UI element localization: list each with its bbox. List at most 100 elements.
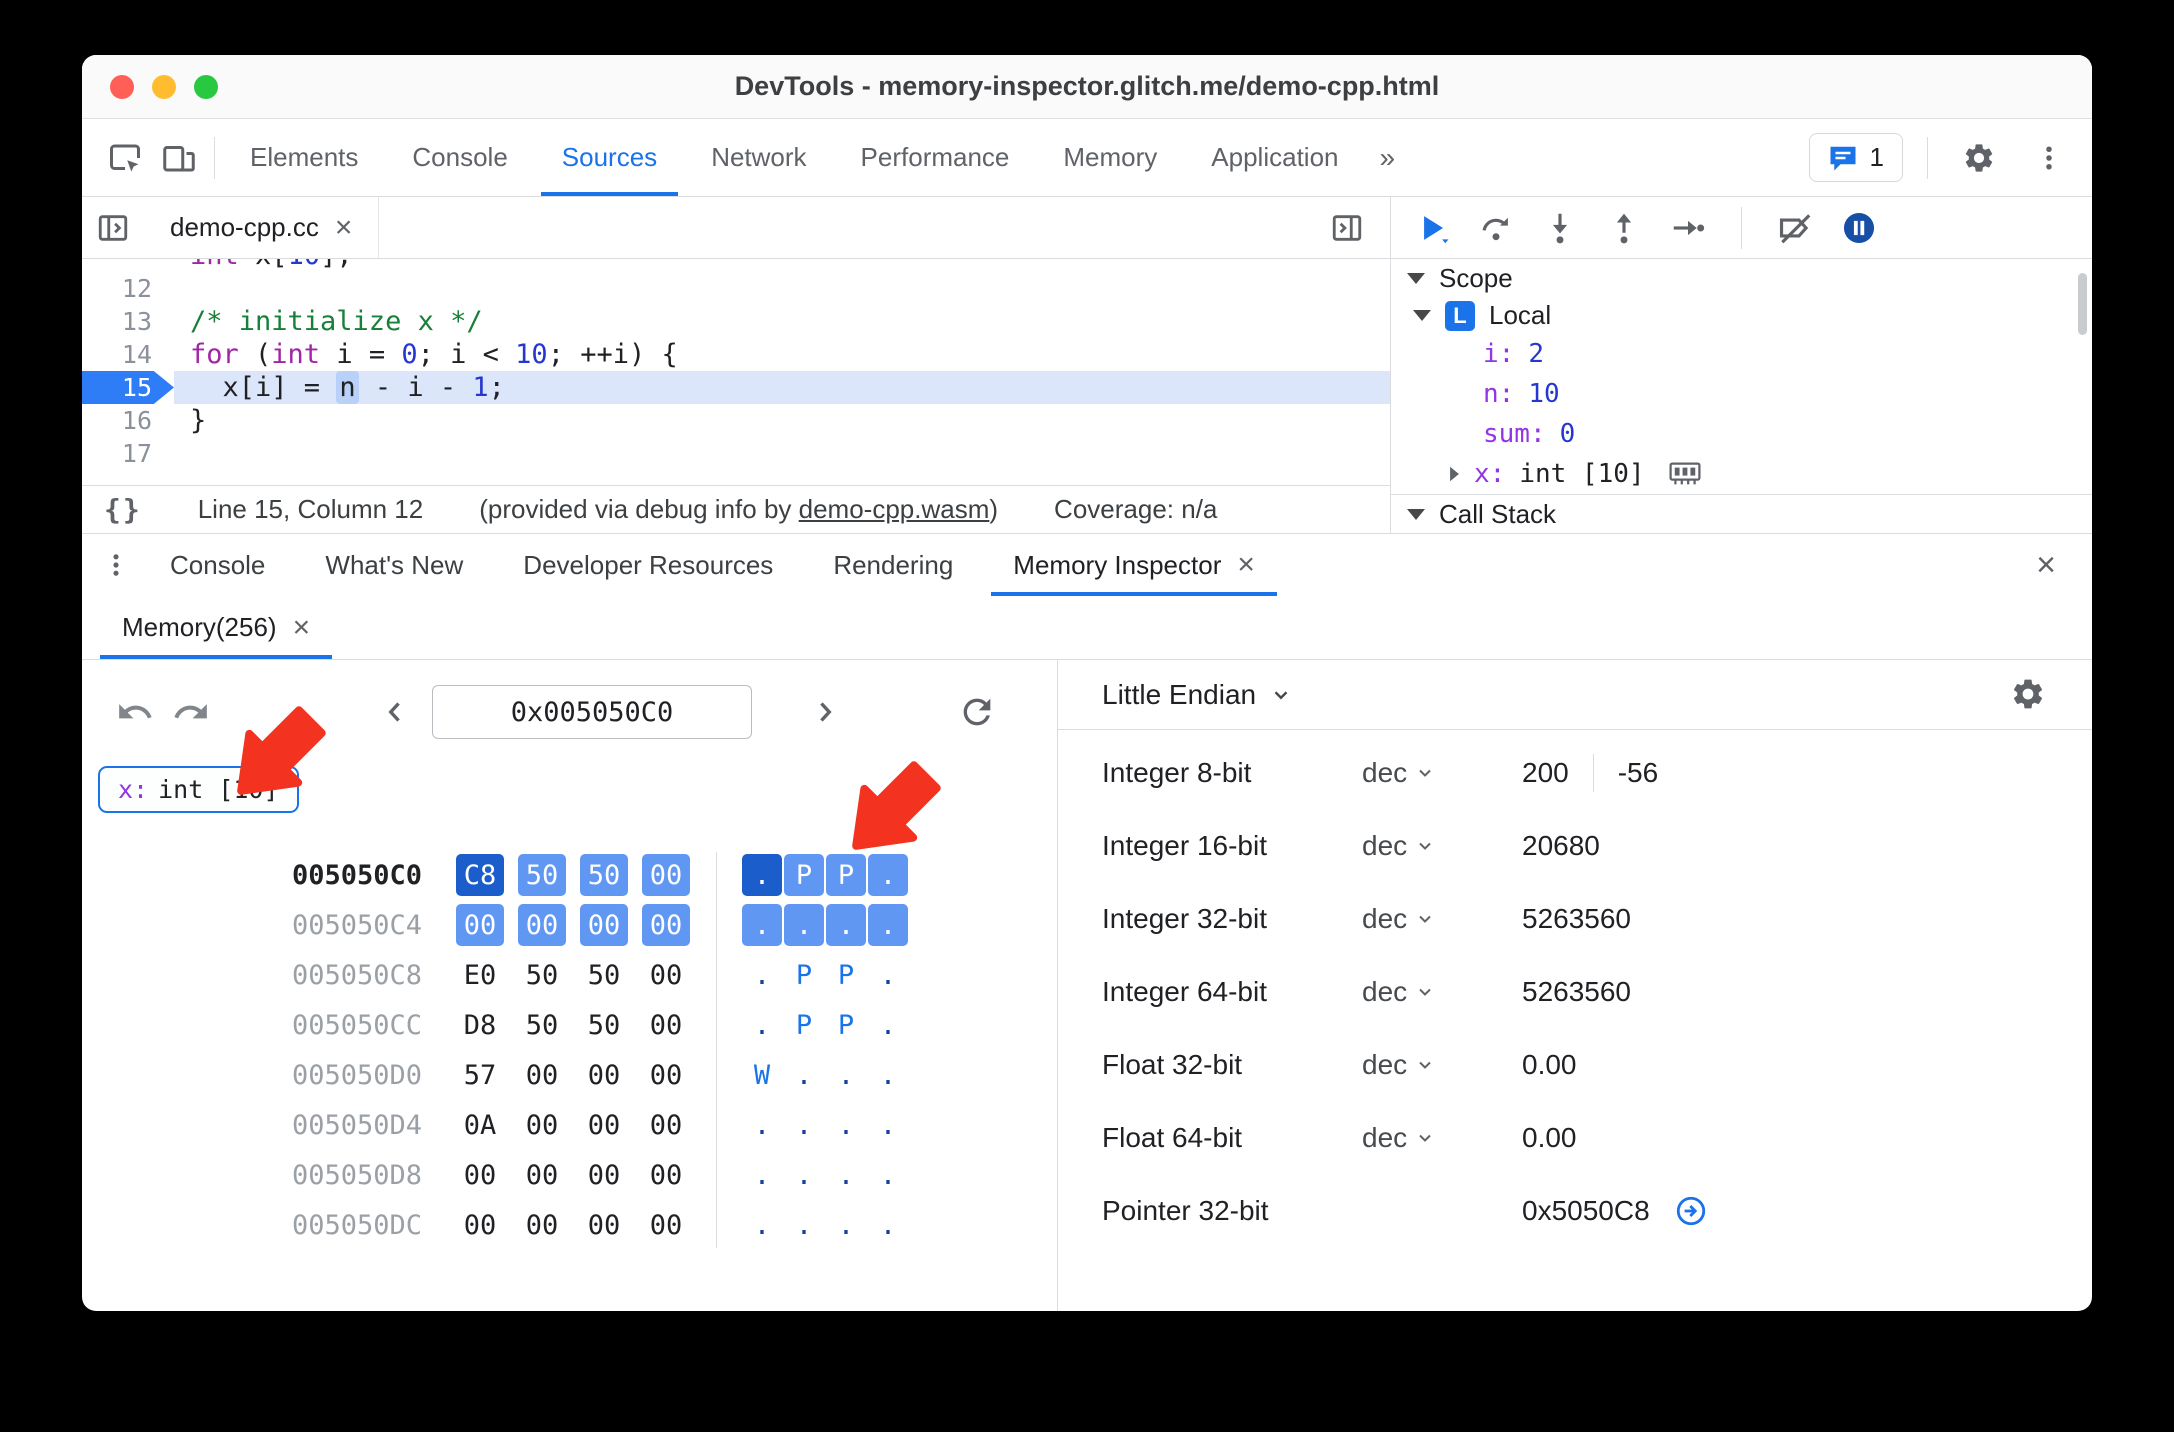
- memory-byte[interactable]: 50: [518, 1004, 566, 1046]
- memory-ascii[interactable]: .: [742, 1204, 782, 1246]
- pause-on-exceptions-icon[interactable]: [1840, 209, 1878, 247]
- tab-performance[interactable]: Performance: [834, 119, 1037, 196]
- drawer-tab-what-s-new[interactable]: What's New: [295, 534, 493, 596]
- memory-byte[interactable]: D8: [456, 1004, 504, 1046]
- line-number[interactable]: 14: [82, 338, 174, 371]
- memory-ascii[interactable]: .: [784, 1054, 824, 1096]
- memory-byte[interactable]: 00: [642, 1204, 690, 1246]
- memory-byte[interactable]: 50: [518, 854, 566, 896]
- drawer-close-icon[interactable]: ×: [2036, 534, 2082, 596]
- kebab-menu-icon[interactable]: [2022, 143, 2076, 173]
- memory-byte[interactable]: 00: [456, 1154, 504, 1196]
- memory-byte[interactable]: 00: [456, 1204, 504, 1246]
- scope-local-row[interactable]: L Local: [1391, 298, 2092, 335]
- memory-ascii[interactable]: P: [784, 954, 824, 996]
- memory-byte[interactable]: 00: [642, 854, 690, 896]
- device-toolbar-icon[interactable]: [152, 119, 206, 196]
- memory-ascii[interactable]: .: [868, 1054, 908, 1096]
- call-stack-section-header[interactable]: Call Stack: [1391, 494, 2092, 533]
- memory-inspector-icon[interactable]: [1669, 461, 1701, 487]
- memory-byte[interactable]: 0A: [456, 1104, 504, 1146]
- step-icon[interactable]: [1669, 209, 1707, 247]
- format-dropdown[interactable]: dec: [1362, 976, 1522, 1008]
- memory-view-tab[interactable]: Memory(256) ×: [96, 596, 336, 659]
- format-dropdown[interactable]: dec: [1362, 903, 1522, 935]
- deactivate-breakpoints-icon[interactable]: [1776, 209, 1814, 247]
- line-number[interactable]: 12: [82, 272, 174, 305]
- minimize-button[interactable]: [152, 74, 176, 99]
- endianness-dropdown[interactable]: Little Endian: [1102, 679, 1256, 711]
- scope-variable-n[interactable]: n: 10: [1391, 374, 2092, 414]
- memory-ascii[interactable]: .: [868, 1154, 908, 1196]
- memory-byte[interactable]: 00: [518, 1054, 566, 1096]
- memory-byte[interactable]: 57: [456, 1054, 504, 1096]
- memory-byte[interactable]: 00: [518, 1104, 566, 1146]
- memory-ascii[interactable]: .: [826, 904, 866, 946]
- memory-byte[interactable]: 00: [580, 1104, 628, 1146]
- line-number[interactable]: 13: [82, 305, 174, 338]
- memory-byte[interactable]: 00: [642, 1154, 690, 1196]
- format-dropdown[interactable]: dec: [1362, 757, 1522, 789]
- memory-ascii[interactable]: .: [826, 1104, 866, 1146]
- tab-network[interactable]: Network: [684, 119, 833, 196]
- tab-console[interactable]: Console: [385, 119, 534, 196]
- memory-byte[interactable]: 00: [518, 1154, 566, 1196]
- tab-sources[interactable]: Sources: [535, 119, 684, 196]
- more-panels-button[interactable]: »: [1366, 119, 1410, 196]
- code-line-13[interactable]: 13 /* initialize x */: [82, 305, 1390, 338]
- scope-variable-sum[interactable]: sum: 0: [1391, 414, 2092, 454]
- format-dropdown[interactable]: dec: [1362, 830, 1522, 862]
- jump-to-pointer-icon[interactable]: [1674, 1194, 1708, 1228]
- memory-ascii[interactable]: .: [784, 1154, 824, 1196]
- wasm-link[interactable]: demo-cpp.wasm: [799, 494, 990, 524]
- code-line-16[interactable]: 16}: [82, 404, 1390, 437]
- zoom-button[interactable]: [194, 74, 218, 99]
- memory-ascii[interactable]: P: [826, 954, 866, 996]
- memory-ascii[interactable]: .: [826, 1054, 866, 1096]
- memory-ascii[interactable]: .: [742, 1104, 782, 1146]
- memory-byte[interactable]: 00: [580, 904, 628, 946]
- memory-ascii[interactable]: .: [784, 1104, 824, 1146]
- address-input[interactable]: [432, 685, 752, 739]
- memory-byte[interactable]: 00: [642, 1104, 690, 1146]
- close-icon[interactable]: ×: [293, 612, 311, 643]
- previous-page-icon[interactable]: [378, 695, 412, 729]
- step-out-icon[interactable]: [1605, 209, 1643, 247]
- next-page-icon[interactable]: [808, 695, 842, 729]
- memory-byte[interactable]: 00: [642, 904, 690, 946]
- pretty-print-icon[interactable]: {}: [104, 493, 142, 526]
- memory-ascii[interactable]: .: [868, 1104, 908, 1146]
- drawer-tab-rendering[interactable]: Rendering: [803, 534, 983, 596]
- memory-byte[interactable]: 00: [580, 1154, 628, 1196]
- memory-ascii[interactable]: .: [742, 954, 782, 996]
- memory-byte[interactable]: 50: [518, 954, 566, 996]
- memory-ascii[interactable]: P: [826, 854, 866, 896]
- memory-ascii[interactable]: P: [784, 1004, 824, 1046]
- scope-section-header[interactable]: Scope: [1391, 259, 2092, 298]
- memory-ascii[interactable]: W: [742, 1054, 782, 1096]
- memory-byte[interactable]: 00: [642, 1004, 690, 1046]
- memory-ascii[interactable]: .: [742, 904, 782, 946]
- close-icon[interactable]: ×: [1237, 550, 1255, 580]
- memory-byte[interactable]: 00: [518, 904, 566, 946]
- drawer-tab-developer-resources[interactable]: Developer Resources: [493, 534, 803, 596]
- close-icon[interactable]: ×: [335, 212, 353, 243]
- debugger-sidebar-toggle-icon[interactable]: [1330, 197, 1390, 258]
- drawer-menu-icon[interactable]: [92, 534, 140, 596]
- memory-byte[interactable]: 00: [580, 1054, 628, 1096]
- code-editor[interactable]: int x[10];1213 /* initialize x */ 14 for (i…: [82, 259, 1390, 485]
- memory-ascii[interactable]: .: [826, 1154, 866, 1196]
- memory-byte[interactable]: 50: [580, 1004, 628, 1046]
- scrollbar[interactable]: [2078, 273, 2087, 335]
- format-dropdown[interactable]: dec: [1362, 1122, 1522, 1154]
- tab-memory[interactable]: Memory: [1036, 119, 1184, 196]
- refresh-icon[interactable]: [957, 692, 997, 732]
- memory-byte[interactable]: 00: [518, 1204, 566, 1246]
- tab-elements[interactable]: Elements: [223, 119, 385, 196]
- memory-ascii[interactable]: .: [868, 1004, 908, 1046]
- memory-byte[interactable]: 50: [580, 854, 628, 896]
- line-number[interactable]: 17: [82, 437, 174, 470]
- scope-variable-i[interactable]: i: 2: [1391, 334, 2092, 374]
- memory-byte[interactable]: 00: [642, 954, 690, 996]
- history-back-icon[interactable]: [116, 693, 154, 731]
